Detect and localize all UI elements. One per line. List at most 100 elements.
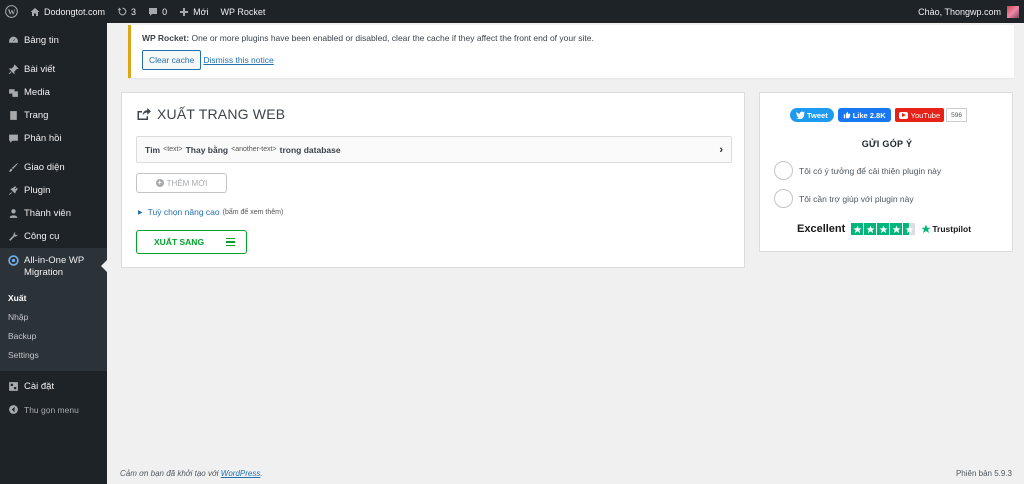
sidebar-item-label: Bảng tin [24, 35, 59, 46]
comments-link[interactable]: 0 [142, 0, 173, 23]
half-star-icon [903, 223, 916, 235]
collapse-label: Thu gọn menu [24, 404, 79, 415]
submenu-item-export[interactable]: Xuất [0, 289, 107, 308]
star-icon [864, 223, 877, 235]
submenu-item-import[interactable]: Nhập [0, 308, 107, 327]
page-title: XUẤT TRANG WEB [136, 106, 285, 122]
facebook-like-button[interactable]: Like 2.8K [837, 108, 891, 122]
svg-text:W: W [8, 7, 16, 16]
footer-thanks-suffix: . [260, 469, 263, 478]
page-icon [7, 110, 19, 122]
feedback-option-suggestion[interactable]: Tôi có ý tưởng để cải thiện plugin này [774, 161, 941, 180]
new-content-link[interactable]: Mới [173, 0, 214, 23]
plus-circle-icon: + [155, 179, 164, 187]
twitter-icon [796, 111, 805, 119]
plus-icon [180, 7, 189, 16]
collapse-icon [7, 404, 19, 416]
sidebar-item-users[interactable]: Thành viên [0, 202, 107, 225]
updates-count: 3 [131, 6, 137, 17]
submenu-item-backup[interactable]: Backup [0, 327, 107, 346]
advanced-options-toggle[interactable]: ▶ Tuỳ chọn nâng cao (bấm để xem thêm) [138, 207, 283, 217]
wordpress-link[interactable]: WordPress [221, 469, 261, 478]
triangle-right-icon: ▶ [138, 209, 143, 216]
page-title-text: XUẤT TRANG WEB [157, 106, 286, 122]
like-label: Like 2.8K [852, 110, 886, 120]
tweet-button[interactable]: Tweet [790, 108, 834, 122]
trustpilot-star-icon [921, 224, 931, 233]
home-icon [30, 7, 40, 16]
export-to-button[interactable]: XUẤT SANG [136, 230, 247, 254]
wp-rocket-notice: WP Rocket: One or more plugins have been… [128, 25, 1014, 78]
notice-text: WP Rocket: One or more plugins have been… [142, 33, 1003, 43]
plugin-icon [7, 185, 19, 197]
sidebar-item-label: Công cụ [24, 231, 60, 242]
comment-icon [149, 7, 158, 16]
greeting: Chào, Thongwp.com [918, 6, 1001, 17]
thumbs-up-icon [843, 111, 851, 119]
feedback-panel: Tweet Like 2.8K YouTube 596 GỬI GÓP Ý Tô… [759, 92, 1013, 252]
sidebar-item-tools[interactable]: Công cụ [0, 225, 107, 248]
sidebar-item-dashboard[interactable]: Bảng tin [0, 29, 107, 52]
footer-thanks-prefix: Cảm ơn bạn đã khởi tạo với [120, 469, 221, 478]
user-icon [7, 208, 19, 220]
export-panel: XUẤT TRANG WEB Tìm <text> Thay bằng <ano… [121, 92, 745, 268]
wordpress-logo-icon[interactable]: W [0, 0, 24, 23]
sidebar-item-comments[interactable]: Phản hồi [0, 127, 107, 150]
sidebar-item-all-in-one-wp-migration[interactable]: All-in-One WP Migration [0, 248, 107, 285]
sidebar-item-pages[interactable]: Trang [0, 104, 107, 127]
trustpilot-brand: Trustpilot [932, 224, 972, 234]
find-code: <text> [163, 146, 183, 153]
sidebar-item-appearance[interactable]: Giao diện [0, 156, 107, 179]
feedback-option-label: Tôi cần trợ giúp với plugin này [799, 193, 914, 204]
youtube-count: 596 [946, 108, 967, 122]
advanced-options-hint: (bấm để xem thêm) [222, 208, 284, 216]
replace-label: Thay bằng [185, 144, 229, 155]
collapse-menu-button[interactable]: Thu gọn menu [0, 398, 107, 421]
trustpilot-rating-text: Excellent [797, 223, 846, 235]
comment-icon [7, 133, 19, 145]
radio-button[interactable] [774, 189, 793, 208]
pin-icon [7, 64, 19, 76]
site-name-link[interactable]: Dodongtot.com [24, 0, 111, 23]
sidebar-item-posts[interactable]: Bài viết [0, 58, 107, 81]
dismiss-notice-link[interactable]: Dismiss this notice [203, 55, 273, 65]
export-icon [137, 108, 151, 120]
sidebar-item-label: Trang [24, 110, 49, 121]
admin-sidebar: Bảng tin Bài viết Media Trang Phản hồi G… [0, 23, 107, 484]
submenu-item-settings[interactable]: Settings [0, 346, 107, 365]
notice-brand: WP Rocket: [142, 33, 190, 43]
replace-code: <another-text> [231, 146, 277, 153]
avatar [1007, 5, 1019, 18]
trustpilot-stars [851, 223, 916, 235]
youtube-icon [898, 111, 908, 119]
clear-cache-button[interactable]: Clear cache [142, 50, 202, 70]
find-label: Tìm [145, 144, 161, 155]
notice-message: One or more plugins have been enabled or… [191, 33, 594, 43]
site-name: Dodongtot.com [44, 6, 106, 17]
trustpilot-widget[interactable]: Excellent Trustpilot [797, 223, 971, 235]
youtube-subscribe[interactable]: YouTube 596 [894, 108, 967, 122]
export-to-label: XUẤT SANG [154, 237, 205, 247]
add-new-label: THÊM MỚI [166, 178, 208, 188]
sidebar-item-label: Thành viên [24, 208, 72, 219]
sidebar-item-label: Media [24, 87, 50, 98]
find-replace-toggle[interactable]: Tìm <text> Thay bằng <another-text> tron… [136, 136, 732, 163]
footer-thanks: Cảm ơn bạn đã khởi tạo với WordPress. [120, 469, 263, 478]
migration-icon [7, 254, 19, 266]
star-icon [851, 223, 864, 235]
sidebar-item-settings[interactable]: Cài đặt [0, 375, 107, 398]
star-icon [890, 223, 903, 235]
menu-icon [226, 237, 236, 247]
sidebar-item-media[interactable]: Media [0, 81, 107, 104]
my-account-link[interactable]: Chào, Thongwp.com [912, 0, 1024, 23]
radio-button[interactable] [774, 161, 793, 180]
updates-link[interactable]: 3 [111, 0, 142, 23]
feedback-option-label: Tôi có ý tưởng để cải thiện plugin này [799, 165, 942, 176]
wp-rocket-label: WP Rocket [220, 6, 266, 17]
wp-rocket-menu[interactable]: WP Rocket [214, 0, 271, 23]
in-database-label: trong database [279, 144, 341, 155]
sidebar-item-plugins[interactable]: Plugin [0, 179, 107, 202]
dashboard-icon [7, 35, 19, 47]
add-new-button[interactable]: + THÊM MỚI [136, 173, 227, 193]
feedback-option-help[interactable]: Tôi cần trợ giúp với plugin này [774, 189, 914, 208]
